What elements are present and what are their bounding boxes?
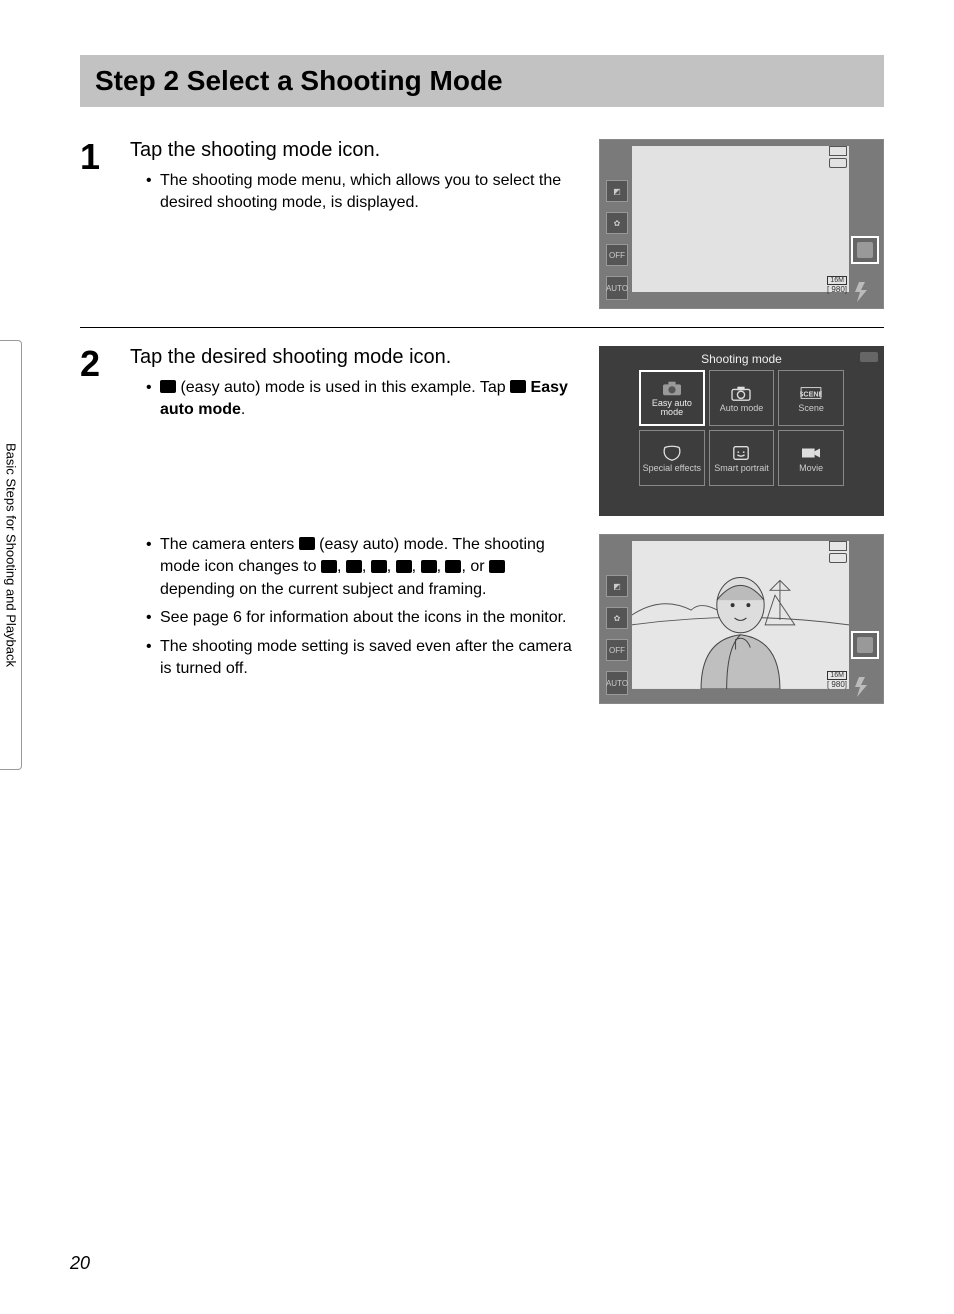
menu-movie-label: Movie: [799, 464, 823, 473]
step-1-bullet-1: The shooting mode menu, which allows you…: [146, 170, 584, 215]
camera-heart-icon: [160, 380, 176, 393]
menu-auto[interactable]: Auto mode: [709, 370, 775, 426]
macro-button-icon[interactable]: ✿: [606, 607, 628, 629]
menu-special-effects[interactable]: Special effects: [639, 430, 705, 486]
macro-button-icon[interactable]: ✿: [606, 212, 628, 234]
camera-heart-icon: [510, 380, 526, 393]
menu-easy-auto[interactable]: Easy auto mode: [639, 370, 705, 426]
shots-counter: [ 980]: [827, 285, 847, 294]
b-s2: ,: [362, 558, 371, 575]
step-1-title: Tap the shooting mode icon.: [130, 139, 584, 162]
step-2-row: 2 Tap the desired shooting mode icon. (e…: [80, 334, 884, 716]
exposure-button-icon[interactable]: ◩: [606, 180, 628, 202]
b-s4: ,: [412, 558, 421, 575]
flash-auto-button-icon[interactable]: AUTO: [606, 671, 628, 695]
svg-text:SCENE: SCENE: [800, 389, 822, 398]
b-s3: ,: [387, 558, 396, 575]
movie-icon: [800, 444, 822, 462]
step2-a-pre: (easy auto) mode is used in this example…: [176, 379, 510, 396]
b-pre: The camera enters: [160, 536, 299, 553]
timer-off-button-icon[interactable]: OFF: [606, 639, 628, 661]
step-2-bullet-b: The camera enters (easy auto) mode. The …: [146, 534, 584, 601]
b-or: , or: [461, 558, 489, 575]
timer-off-button-icon[interactable]: OFF: [606, 244, 628, 266]
resolution-badge: 16M: [827, 276, 847, 285]
lcd-viewfinder: [632, 146, 849, 292]
portrait-illustration: [632, 541, 849, 689]
mode-icon-7: [489, 560, 505, 573]
flash-auto-corner-icon: [853, 280, 877, 304]
menu-scene-label: Scene: [798, 404, 824, 413]
section-side-tab-text: Basic Steps for Shooting and Playback: [3, 443, 18, 667]
mode-icon-4: [396, 560, 412, 573]
mode-icon-6: [445, 560, 461, 573]
mode-icon-1: [321, 560, 337, 573]
page-number: 20: [70, 1253, 90, 1274]
mode-icon-2: [346, 560, 362, 573]
exposure-button-icon[interactable]: ◩: [606, 575, 628, 597]
menu-smart-portrait[interactable]: Smart portrait: [709, 430, 775, 486]
scene-icon: SCENE: [800, 384, 822, 402]
shooting-mode-icon[interactable]: [851, 236, 879, 264]
camera-icon: [730, 384, 752, 402]
step-2-bullet-a: (easy auto) mode is used in this example…: [146, 377, 584, 422]
b-s5: ,: [437, 558, 446, 575]
page-heading: Step 2 Select a Shooting Mode: [95, 65, 869, 97]
menu-portrait-label: Smart portrait: [714, 464, 769, 473]
mode-icon-3: [371, 560, 387, 573]
lcd-viewfinder-2: [632, 541, 849, 687]
shooting-mode-menu: Shooting mode Easy auto mode Auto mode S…: [599, 346, 884, 516]
lcd-info-2: 16M [ 980]: [827, 670, 847, 689]
mode-icon-5: [421, 560, 437, 573]
step-1-number: 1: [80, 139, 110, 175]
camera-heart-icon: [299, 537, 315, 550]
step-2-title: Tap the desired shooting mode icon.: [130, 346, 584, 369]
camera-heart-icon: [661, 379, 683, 397]
smile-icon: [730, 444, 752, 462]
b-s1: ,: [337, 558, 346, 575]
menu-easy-auto-label: Easy auto mode: [641, 399, 703, 417]
flash-auto-corner-icon: [853, 675, 877, 699]
section-side-tab: Basic Steps for Shooting and Playback: [0, 340, 22, 770]
battery-card-icon: [829, 541, 847, 563]
step-2-number: 2: [80, 346, 110, 382]
menu-effects-label: Special effects: [643, 464, 701, 473]
step-2-bullet-d: The shooting mode setting is saved even …: [146, 636, 584, 681]
battery-card-icon: [829, 146, 847, 168]
lcd-info: 16M [ 980]: [827, 275, 847, 294]
lcd-screen-2: ◩ ✿ OFF AUTO 16M [ 980]: [599, 534, 884, 704]
shots-counter-2: [ 980]: [827, 680, 847, 689]
step-1-row: 1 Tap the shooting mode icon. The shooti…: [80, 127, 884, 321]
step-2-bullet-c: See page 6 for information about the ico…: [146, 607, 584, 629]
resolution-badge-2: 16M: [827, 671, 847, 680]
menu-title: Shooting mode: [599, 346, 884, 370]
menu-back-icon[interactable]: [860, 352, 878, 362]
effects-icon: [661, 444, 683, 462]
b-post: depending on the current subject and fra…: [160, 581, 486, 598]
step-divider: [80, 327, 884, 328]
menu-scene[interactable]: SCENE Scene: [778, 370, 844, 426]
shooting-mode-icon-portrait[interactable]: [851, 631, 879, 659]
step2-a-post: .: [241, 401, 245, 418]
page-heading-band: Step 2 Select a Shooting Mode: [80, 55, 884, 107]
menu-auto-label: Auto mode: [720, 404, 764, 413]
lcd-screen-1: ◩ ✿ OFF AUTO 16M [ 980]: [599, 139, 884, 309]
flash-auto-button-icon[interactable]: AUTO: [606, 276, 628, 300]
menu-movie[interactable]: Movie: [778, 430, 844, 486]
